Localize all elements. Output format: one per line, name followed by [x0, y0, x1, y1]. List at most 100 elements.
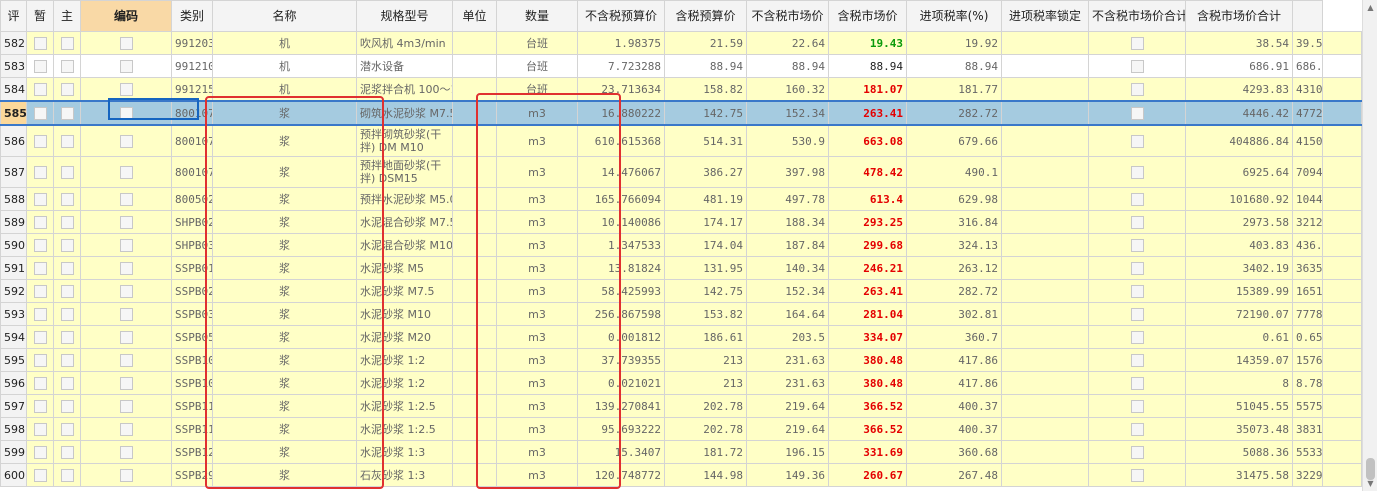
qty-cell[interactable]: 16.880222: [577, 100, 665, 126]
tax-rate-lock-cell-checkbox[interactable]: [1130, 353, 1144, 367]
temp-cell-checkbox[interactable]: [60, 82, 74, 96]
pre-budget-cell[interactable]: 514.31: [664, 124, 747, 157]
total-pre-cell[interactable]: 2973.58: [1185, 210, 1293, 234]
tax-market-cell[interactable]: 360.68: [906, 440, 1002, 464]
total-tax-cell[interactable]: 32297.88: [1292, 463, 1323, 487]
spec-cell[interactable]: [452, 31, 497, 55]
scroll-up-arrow-icon[interactable]: ▲: [1363, 0, 1377, 15]
table-row[interactable]: 591 SSPB01 浆水泥砂浆 M5 m3 13.81824 131.95 140.34 2…: [0, 256, 1362, 280]
tax-budget-cell[interactable]: 219.64: [746, 417, 829, 441]
header-col-total-tax[interactable]: 含税市场价合计: [1185, 0, 1293, 32]
qty-cell[interactable]: 0.021021: [577, 371, 665, 395]
unit-cell[interactable]: 台班: [496, 54, 578, 78]
tax-market-cell[interactable]: 400.37: [906, 394, 1002, 418]
category-cell[interactable]: 浆: [212, 187, 357, 211]
table-row[interactable]: 595 SSPB10 浆水泥砂浆 1:2 m3 37.739355 213 231.63 38…: [0, 348, 1362, 372]
category-cell[interactable]: 浆: [212, 417, 357, 441]
qty-cell[interactable]: 58.425993: [577, 279, 665, 303]
main-cell-checkbox[interactable]: [119, 330, 133, 344]
header-col-total-pre[interactable]: 不含税市场价合计: [1088, 0, 1186, 32]
table-row[interactable]: 583991210010机潜水设备台班7.72328888.9488.9488.…: [0, 54, 1362, 78]
qty-cell[interactable]: 23.713634: [577, 77, 665, 102]
main-cell-checkbox[interactable]: [119, 134, 133, 148]
qty-cell[interactable]: 95.693222: [577, 417, 665, 441]
qty-cell[interactable]: 0.001812: [577, 325, 665, 349]
table-row[interactable]: 594 SSPB05 浆水泥砂浆 M20 m3 0.001812 186.61 203.5 3…: [0, 325, 1362, 349]
tax-rate-cell[interactable]: [1001, 156, 1089, 188]
total-tax-cell[interactable]: 0.65: [1292, 325, 1323, 349]
code-cell[interactable]: 991215910: [171, 77, 213, 102]
tax-rate-cell[interactable]: [1001, 256, 1089, 280]
name-cell[interactable]: 水泥砂浆 1:3: [356, 440, 453, 464]
pre-market-cell[interactable]: 293.25: [828, 210, 907, 234]
spec-cell[interactable]: [452, 256, 497, 280]
temp-cell-checkbox[interactable]: [60, 445, 74, 459]
tax-rate-cell[interactable]: [1001, 371, 1089, 395]
review-cell-checkbox[interactable]: [33, 165, 47, 179]
name-cell[interactable]: 预拌地面砂浆(干拌) DSM15: [356, 156, 453, 188]
tax-market-cell[interactable]: 417.86: [906, 371, 1002, 395]
review-cell-checkbox[interactable]: [33, 106, 47, 120]
table-row[interactable]: 590 SHPB03 浆水泥混合砂浆 M10 m3 1.347533 174.04 187.…: [0, 233, 1362, 257]
temp-cell-checkbox[interactable]: [60, 353, 74, 367]
pre-budget-cell[interactable]: 181.72: [664, 440, 747, 464]
total-pre-cell[interactable]: 4446.42: [1185, 100, 1293, 126]
tax-rate-cell[interactable]: [1001, 233, 1089, 257]
total-tax-cell[interactable]: 686.91: [1292, 54, 1323, 78]
pre-market-cell[interactable]: 331.69: [828, 440, 907, 464]
tax-rate-cell[interactable]: [1001, 187, 1089, 211]
main-cell-checkbox[interactable]: [119, 261, 133, 275]
name-cell[interactable]: 水泥砂浆 M10: [356, 302, 453, 326]
category-cell[interactable]: 浆: [212, 210, 357, 234]
total-pre-cell[interactable]: 6925.64: [1185, 156, 1293, 188]
main-cell-checkbox[interactable]: [119, 238, 133, 252]
tax-budget-cell[interactable]: 149.36: [746, 463, 829, 487]
total-tax-cell[interactable]: 4772.38: [1292, 100, 1323, 126]
main-cell-checkbox[interactable]: [119, 284, 133, 298]
unit-cell[interactable]: m3: [496, 325, 578, 349]
table-row[interactable]: 582 991203010机吹风机 4m3/min 台班1.9837521.5922…: [0, 31, 1362, 55]
category-cell[interactable]: 浆: [212, 279, 357, 303]
tax-budget-cell[interactable]: 187.84: [746, 233, 829, 257]
review-cell-checkbox[interactable]: [33, 399, 47, 413]
tax-budget-cell[interactable]: 231.63: [746, 371, 829, 395]
code-cell[interactable]: 80010711: [171, 100, 213, 126]
code-cell[interactable]: SHPB02: [171, 210, 213, 234]
unit-cell[interactable]: m3: [496, 440, 578, 464]
qty-cell[interactable]: 256.867598: [577, 302, 665, 326]
spec-cell[interactable]: [452, 463, 497, 487]
pre-budget-cell[interactable]: 158.82: [664, 77, 747, 102]
spec-cell[interactable]: [452, 325, 497, 349]
table-row[interactable]: 600 SSPB29 浆石灰砂浆 1:3 m3 120.748772 144.98 149.…: [0, 463, 1362, 487]
tax-market-cell[interactable]: 181.77: [906, 77, 1002, 102]
category-cell[interactable]: 浆: [212, 100, 357, 126]
category-cell[interactable]: 浆: [212, 124, 357, 157]
total-pre-cell[interactable]: 4293.83: [1185, 77, 1293, 102]
table-row[interactable]: 593 SSPB03 浆水泥砂浆 M10 m3 256.867598 153.82 164.…: [0, 302, 1362, 326]
pre-market-cell[interactable]: 246.21: [828, 256, 907, 280]
total-tax-cell[interactable]: 39.52: [1292, 31, 1323, 55]
main-cell-checkbox[interactable]: [119, 399, 133, 413]
spec-cell[interactable]: [452, 371, 497, 395]
spec-cell[interactable]: [452, 279, 497, 303]
tax-budget-cell[interactable]: 397.98: [746, 156, 829, 188]
tax-rate-cell[interactable]: [1001, 54, 1089, 78]
main-cell-checkbox[interactable]: [119, 36, 133, 50]
total-pre-cell[interactable]: 403.83: [1185, 233, 1293, 257]
total-tax-cell[interactable]: 7094.72: [1292, 156, 1323, 188]
spec-cell[interactable]: [452, 233, 497, 257]
name-cell[interactable]: 水泥混合砂浆 M7.5: [356, 210, 453, 234]
table-row[interactable]: 585 80010711浆砌筑水泥砂浆 M7.5 m316.880222142.75…: [0, 100, 1362, 126]
table-row[interactable]: 596 SSPB10 浆水泥砂浆 1:2 m3 0.021021 213 231.63 380…: [0, 371, 1362, 395]
category-cell[interactable]: 机: [212, 54, 357, 78]
main-cell-checkbox[interactable]: [119, 192, 133, 206]
spec-cell[interactable]: [452, 394, 497, 418]
tax-rate-lock-cell-checkbox[interactable]: [1130, 134, 1144, 148]
category-cell[interactable]: 浆: [212, 440, 357, 464]
temp-cell-checkbox[interactable]: [60, 215, 74, 229]
total-pre-cell[interactable]: 31475.58: [1185, 463, 1293, 487]
code-cell[interactable]: 80050236: [171, 187, 213, 211]
pre-market-cell[interactable]: 663.08: [828, 124, 907, 157]
pre-market-cell[interactable]: 88.94: [828, 54, 907, 78]
total-tax-cell[interactable]: 4310.43: [1292, 77, 1323, 102]
